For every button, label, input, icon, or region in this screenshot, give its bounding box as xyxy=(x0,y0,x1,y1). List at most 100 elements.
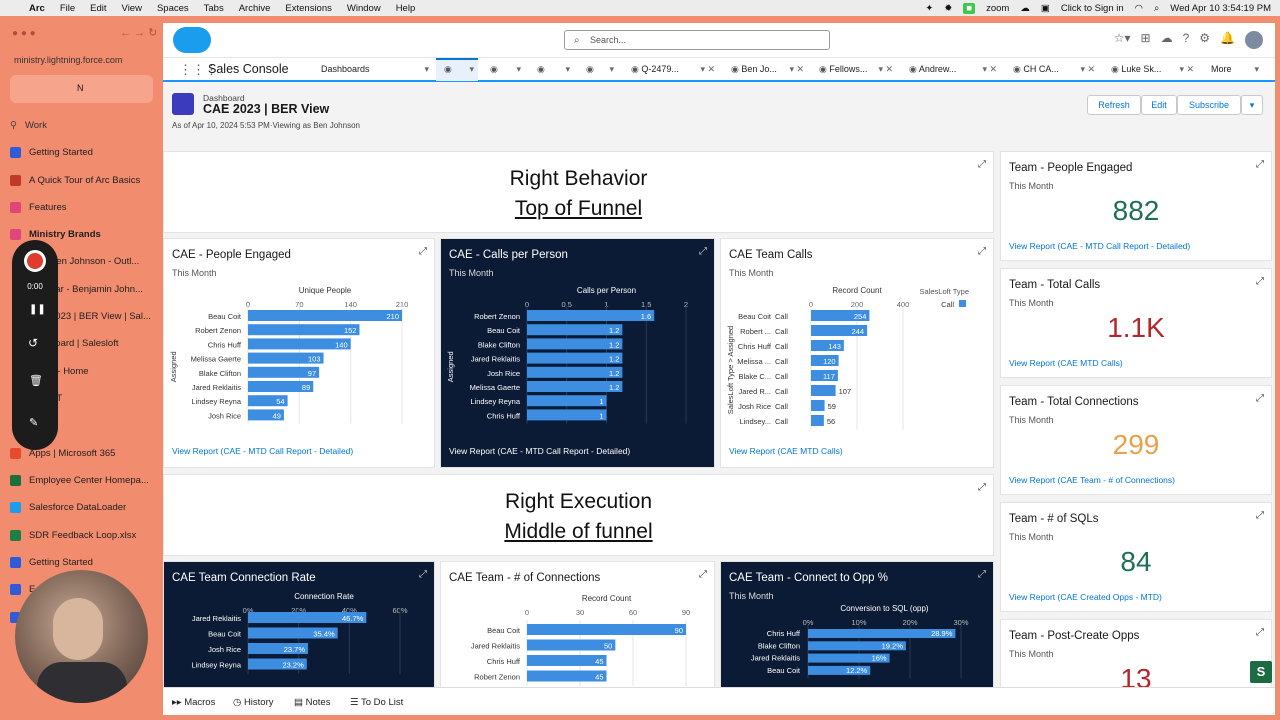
trash-icon[interactable]: 🗑 xyxy=(29,374,43,387)
favorites-icon[interactable]: ☆▾ xyxy=(1114,31,1131,49)
pen-icon[interactable]: ✎ xyxy=(29,416,38,429)
sidebar-tab-item[interactable]: 2023 | BER View | Sal... xyxy=(50,311,151,322)
search-icon[interactable]: ⌕ xyxy=(1154,3,1159,14)
menu-file[interactable]: File xyxy=(60,3,75,14)
avatar[interactable] xyxy=(1245,31,1263,49)
todo-item[interactable]: ☰ To Do List xyxy=(350,697,403,708)
wifi-icon[interactable]: ◠ xyxy=(1135,3,1143,14)
console-tab[interactable]: More ▾ xyxy=(1203,58,1263,81)
menu-view[interactable]: View xyxy=(122,3,142,14)
salesloft-icon[interactable]: S xyxy=(1250,661,1272,683)
facetime-icon[interactable]: ■ xyxy=(963,2,976,14)
expand-icon[interactable]: ⤢ xyxy=(699,246,707,257)
console-tab[interactable]: ◉ ▾ xyxy=(482,58,525,81)
sidebar-tab-item[interactable]: Salesforce DataLoader xyxy=(10,502,126,513)
view-report-link[interactable]: View Report (CAE - MTD Call Report - Det… xyxy=(449,446,630,456)
sidebar-tab-item[interactable]: Apps | Microsoft 365 xyxy=(10,448,115,459)
search-input[interactable]: ⌕ Search... xyxy=(564,30,830,50)
notion-icon[interactable]: N xyxy=(77,83,84,93)
expand-icon[interactable]: ⤢ xyxy=(1256,627,1264,638)
menu-archive[interactable]: Archive xyxy=(239,3,271,14)
menu-extensions[interactable]: Extensions xyxy=(285,3,331,14)
view-report-link[interactable]: View Report (CAE MTD Calls) xyxy=(1009,358,1123,368)
macros-item[interactable]: ▸▸ Macros xyxy=(172,697,215,708)
menu-tabs[interactable]: Tabs xyxy=(204,3,224,14)
console-tab[interactable]: Dashboards ▾ xyxy=(313,58,433,81)
sidebar-tab-item[interactable]: A Quick Tour of Arc Basics xyxy=(10,175,140,186)
app-menu[interactable]: Arc xyxy=(29,3,45,14)
expand-icon[interactable]: ⤢ xyxy=(419,569,427,580)
menu-spaces[interactable]: Spaces xyxy=(157,3,189,14)
history-item[interactable]: ◷ History xyxy=(233,697,274,708)
tab-menu-icon[interactable]: ▾ ✕ xyxy=(700,58,715,81)
expand-icon[interactable]: ⤢ xyxy=(978,246,986,257)
sidebar-folder-work[interactable]: ⚲ Work xyxy=(10,120,47,131)
sidebar-tab-item[interactable]: Features xyxy=(10,202,67,213)
tab-menu-icon[interactable]: ▾ xyxy=(424,58,429,81)
cloud-icon[interactable]: ☁ xyxy=(1161,31,1173,49)
console-tab[interactable]: ◉ Q-2479... ▾ ✕ xyxy=(623,58,719,81)
expand-icon[interactable]: ⤢ xyxy=(699,569,707,580)
sidebar-tab-item[interactable]: dar - Benjamin John... xyxy=(50,284,143,295)
sidebar-tab-item[interactable]: Getting Started xyxy=(10,147,93,158)
gear-icon[interactable]: ✹ xyxy=(944,3,952,14)
tab-menu-icon[interactable]: ▾ ✕ xyxy=(789,58,804,81)
add-icon[interactable]: ⊞ xyxy=(1141,31,1151,49)
sidebar-tab-item[interactable]: board | Salesloft xyxy=(50,338,118,349)
sidebar-tab-item[interactable]: Employee Center Homepa... xyxy=(10,475,149,486)
sign-in-label[interactable]: Click to Sign in xyxy=(1061,3,1124,14)
expand-icon[interactable]: ⤢ xyxy=(1256,276,1264,287)
more-actions-button[interactable]: ▾ xyxy=(1241,95,1263,115)
menu-window[interactable]: Window xyxy=(347,3,381,14)
expand-icon[interactable]: ⤢ xyxy=(978,159,986,170)
view-report-link[interactable]: View Report (CAE - MTD Call Report - Det… xyxy=(1009,241,1190,251)
expand-icon[interactable]: ⤢ xyxy=(1256,159,1264,170)
sidebar-tab-item[interactable]: Getting Started xyxy=(10,557,93,568)
expand-icon[interactable]: ⤢ xyxy=(978,482,986,493)
url-bar[interactable]: ministry.lightning.force.com xyxy=(14,55,122,65)
nav-arrows-icon[interactable]: ← → ↻ xyxy=(120,26,157,39)
sidebar-tab-item[interactable]: Ministry Brands xyxy=(10,229,101,240)
cloud-icon[interactable]: ☁ xyxy=(1020,3,1030,14)
tab-menu-icon[interactable]: ▾ ✕ xyxy=(982,58,997,81)
setup-gear-icon[interactable]: ⚙ xyxy=(1199,31,1210,49)
console-tab[interactable]: ◉ Ben Jo... ▾ ✕ xyxy=(723,58,808,81)
console-tab[interactable]: ◉ CH CA... ▾ ✕ xyxy=(1005,58,1099,81)
tab-menu-icon[interactable]: ▾ xyxy=(469,60,474,79)
subscribe-button[interactable]: Subscribe xyxy=(1177,95,1241,115)
tab-menu-icon[interactable]: ▾ ✕ xyxy=(1080,58,1095,81)
expand-icon[interactable]: ⤢ xyxy=(1256,510,1264,521)
view-report-link[interactable]: View Report (CAE MTD Calls) xyxy=(729,446,843,456)
menu-edit[interactable]: Edit xyxy=(90,3,106,14)
expand-icon[interactable]: ⤢ xyxy=(419,246,427,257)
view-report-link[interactable]: View Report (CAE Team - # of Connections… xyxy=(1009,475,1175,485)
tab-menu-icon[interactable]: ▾ xyxy=(609,58,614,81)
restart-icon[interactable]: ↺ xyxy=(28,336,38,350)
console-tab[interactable]: ◉ Fellows... ▾ ✕ xyxy=(811,58,897,81)
help-icon[interactable]: ? xyxy=(1183,31,1190,49)
edit-button[interactable]: Edit xyxy=(1141,95,1177,115)
refresh-button[interactable]: Refresh xyxy=(1087,95,1141,115)
tab-menu-icon[interactable]: ▾ ✕ xyxy=(878,58,893,81)
traffic-lights-icon[interactable]: ● ● ● xyxy=(12,28,36,39)
console-tab[interactable]: ◉ Andrew... ▾ ✕ xyxy=(901,58,1001,81)
tab-menu-icon[interactable]: ▾ xyxy=(1254,58,1259,81)
pause-icon[interactable]: ❚❚ xyxy=(29,304,46,315)
console-tab[interactable]: ◉ ▾ xyxy=(436,58,478,81)
record-button[interactable] xyxy=(24,250,46,272)
menu-help[interactable]: Help xyxy=(396,3,416,14)
notes-item[interactable]: ▤ Notes xyxy=(294,697,330,708)
console-tab[interactable]: ◉ ▾ xyxy=(578,58,618,81)
view-report-link[interactable]: View Report (CAE - MTD Call Report - Det… xyxy=(172,446,353,456)
expand-icon[interactable]: ⤢ xyxy=(978,569,986,580)
console-tab[interactable]: ◉ ▾ xyxy=(529,58,574,81)
console-tab[interactable]: ◉ Luke Sk... ▾ ✕ xyxy=(1103,58,1198,81)
bell-icon[interactable]: 🔔 xyxy=(1220,31,1235,49)
window-icon[interactable]: ▣ xyxy=(1041,3,1050,14)
tab-menu-icon[interactable]: ▾ xyxy=(516,58,521,81)
salesforce-logo-icon[interactable] xyxy=(173,27,211,53)
sidebar-tab-item[interactable]: Ben Johnson - Outl... xyxy=(50,256,139,267)
zoom-label[interactable]: zoom xyxy=(986,3,1009,14)
tab-menu-icon[interactable]: ▾ ✕ xyxy=(1179,58,1194,81)
sidebar-tab-item[interactable]: SDR Feedback Loop.xlsx xyxy=(10,530,136,541)
